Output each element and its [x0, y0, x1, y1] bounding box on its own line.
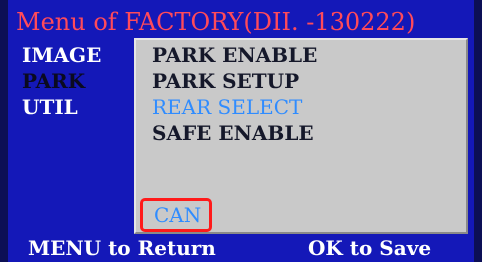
menu-title: Menu of FACTORY(DII. -130222) — [16, 8, 416, 36]
side-menu-item-image[interactable]: IMAGE — [22, 42, 132, 68]
side-menu-item-park[interactable]: PARK — [22, 68, 132, 94]
side-menu-item-util[interactable]: UTIL — [22, 94, 132, 120]
footer-bar: MENU to Return OK to Save — [0, 234, 482, 262]
factory-menu-screen: Menu of FACTORY(DII. -130222) IMAGE PARK… — [0, 0, 482, 262]
menu-item-rear-select[interactable]: REAR SELECT — [152, 94, 302, 120]
menu-item-safe-enable[interactable]: SAFE ENABLE — [152, 120, 314, 146]
ok-save-hint: OK to Save — [308, 236, 432, 260]
screen-bezel-right — [474, 0, 482, 262]
menu-item-park-setup[interactable]: PARK SETUP — [152, 68, 299, 94]
submenu-panel: PARK ENABLE PARK SETUP REAR SELECT SAFE … — [134, 38, 468, 234]
screen-bezel-left — [0, 0, 8, 262]
menu-item-can[interactable]: CAN — [154, 202, 201, 228]
menu-item-park-enable[interactable]: PARK ENABLE — [152, 42, 317, 68]
side-menu: IMAGE PARK UTIL — [22, 42, 132, 120]
menu-return-hint: MENU to Return — [28, 236, 216, 260]
